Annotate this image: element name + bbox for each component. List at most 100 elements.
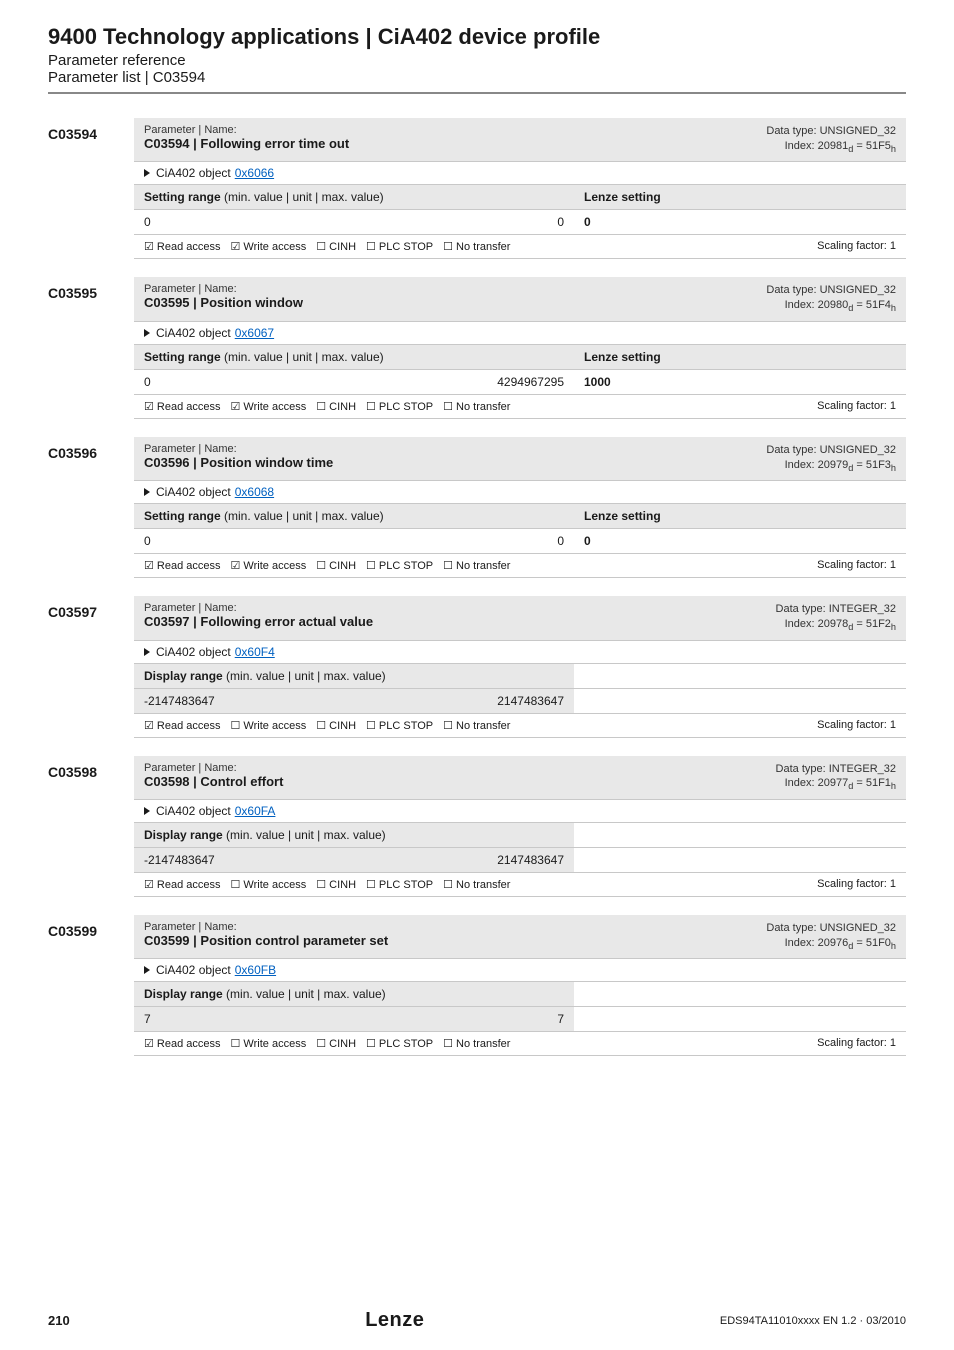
flag-cinh: ☐ CINH <box>316 400 356 413</box>
panel-header: Parameter | Name: C03599 | Position cont… <box>134 915 906 959</box>
flag-read: ☑ Read access <box>144 400 221 413</box>
flag-read: ☑ Read access <box>144 240 221 253</box>
min-value: -2147483647 <box>134 848 434 872</box>
flag-write: ☐ Write access <box>231 878 307 891</box>
data-type: Data type: INTEGER_32 <box>776 602 896 617</box>
value-row: 0 0 0 <box>134 210 906 235</box>
flag-plcstop: ☐ PLC STOP <box>366 400 433 413</box>
scaling-factor: Scaling factor: 1 <box>817 559 896 572</box>
flag-plcstop: ☐ PLC STOP <box>366 1037 433 1050</box>
document-id: EDS94TA11010xxxx EN 1.2 · 03/2010 <box>720 1315 906 1327</box>
triangle-icon <box>144 169 150 177</box>
scaling-factor: Scaling factor: 1 <box>817 1037 896 1050</box>
range-label: Setting range (min. value | unit | max. … <box>134 185 434 209</box>
lenze-label: Lenze setting <box>574 185 906 209</box>
range-header-row: Setting range (min. value | unit | max. … <box>134 345 906 370</box>
param-code: C03599 <box>48 915 134 1056</box>
range-header-row: Setting range (min. value | unit | max. … <box>134 504 906 529</box>
flag-read: ☑ Read access <box>144 878 221 891</box>
flag-plcstop: ☐ PLC STOP <box>366 878 433 891</box>
scaling-factor: Scaling factor: 1 <box>817 400 896 413</box>
panel-header-right: Data type: UNSIGNED_32 Index: 20980d = 5… <box>766 283 896 314</box>
cia-prefix: CiA402 object <box>156 166 231 180</box>
value-spacer <box>574 689 906 713</box>
max-value: 0 <box>434 529 574 553</box>
range-label: Setting range (min. value | unit | max. … <box>134 504 434 528</box>
cia-object-link[interactable]: 0x6068 <box>235 485 274 499</box>
lenze-value: 0 <box>574 210 906 234</box>
range-header-row: Display range (min. value | unit | max. … <box>134 823 906 848</box>
cia-prefix: CiA402 object <box>156 645 231 659</box>
data-type: Data type: UNSIGNED_32 <box>766 124 896 139</box>
page-title: 9400 Technology applications | CiA402 de… <box>48 24 906 50</box>
param-name: C03594 | Following error time out <box>144 136 766 151</box>
cia-object-row: CiA402 object 0x60F4 <box>134 641 906 664</box>
cia-prefix: CiA402 object <box>156 485 231 499</box>
cia-object-link[interactable]: 0x6067 <box>235 326 274 340</box>
access-flags: ☑ Read access ☑ Write access ☐ CINH ☐ PL… <box>134 395 906 419</box>
panel-header-left: Parameter | Name: C03597 | Following err… <box>144 602 776 629</box>
triangle-icon <box>144 488 150 496</box>
cia-object-link[interactable]: 0x60F4 <box>235 645 275 659</box>
range-header-row: Display range (min. value | unit | max. … <box>134 982 906 1007</box>
param-name-label: Parameter | Name: <box>144 124 766 136</box>
max-value: 4294967295 <box>434 370 574 394</box>
param-name-label: Parameter | Name: <box>144 283 766 295</box>
flag-read: ☑ Read access <box>144 1037 221 1050</box>
cia-object-row: CiA402 object 0x6066 <box>134 162 906 185</box>
param-name: C03598 | Control effort <box>144 774 776 789</box>
flag-notransfer: ☐ No transfer <box>443 559 510 572</box>
range-spacer <box>574 823 906 847</box>
index: Index: 20981d = 51F5h <box>766 139 896 156</box>
subtitle-2: Parameter list | C03594 <box>48 69 906 86</box>
flag-write: ☑ Write access <box>231 240 307 253</box>
panel-header-left: Parameter | Name: C03598 | Control effor… <box>144 762 776 789</box>
cia-object-link[interactable]: 0x6066 <box>235 166 274 180</box>
cia-object-row: CiA402 object 0x60FA <box>134 800 906 823</box>
flag-cinh: ☐ CINH <box>316 878 356 891</box>
cia-object-link[interactable]: 0x60FA <box>235 804 276 818</box>
triangle-icon <box>144 329 150 337</box>
panel-header: Parameter | Name: C03598 | Control effor… <box>134 756 906 800</box>
flag-plcstop: ☐ PLC STOP <box>366 559 433 572</box>
range-header-row: Setting range (min. value | unit | max. … <box>134 185 906 210</box>
param-name-label: Parameter | Name: <box>144 921 766 933</box>
param-name: C03595 | Position window <box>144 295 766 310</box>
flag-notransfer: ☐ No transfer <box>443 400 510 413</box>
lenze-label: Lenze setting <box>574 345 906 369</box>
panel-header-right: Data type: UNSIGNED_32 Index: 20979d = 5… <box>766 443 896 474</box>
max-value: 0 <box>434 210 574 234</box>
access-flags: ☑ Read access ☐ Write access ☐ CINH ☐ PL… <box>134 1032 906 1056</box>
flag-plcstop: ☐ PLC STOP <box>366 240 433 253</box>
range-mid <box>434 345 574 369</box>
flag-cinh: ☐ CINH <box>316 559 356 572</box>
cia-prefix: CiA402 object <box>156 963 231 977</box>
param-panel: Parameter | Name: C03598 | Control effor… <box>134 756 906 897</box>
data-type: Data type: UNSIGNED_32 <box>766 443 896 458</box>
lenze-value: 0 <box>574 529 906 553</box>
range-mid <box>434 504 574 528</box>
param-name: C03597 | Following error actual value <box>144 614 776 629</box>
param-name-label: Parameter | Name: <box>144 443 766 455</box>
range-label: Display range (min. value | unit | max. … <box>134 823 574 847</box>
index: Index: 20980d = 51F4h <box>766 298 896 315</box>
cia-object-link[interactable]: 0x60FB <box>235 963 276 977</box>
cia-prefix: CiA402 object <box>156 804 231 818</box>
param-name-label: Parameter | Name: <box>144 602 776 614</box>
range-header-row: Display range (min. value | unit | max. … <box>134 664 906 689</box>
flag-cinh: ☐ CINH <box>316 719 356 732</box>
min-value: 7 <box>134 1007 434 1031</box>
range-spacer <box>574 664 906 688</box>
scaling-factor: Scaling factor: 1 <box>817 240 896 253</box>
scaling-factor: Scaling factor: 1 <box>817 719 896 732</box>
value-row: 7 7 <box>134 1007 906 1032</box>
flag-write: ☐ Write access <box>231 719 307 732</box>
panel-header-left: Parameter | Name: C03595 | Position wind… <box>144 283 766 310</box>
flag-notransfer: ☐ No transfer <box>443 1037 510 1050</box>
max-value: 2147483647 <box>434 848 574 872</box>
value-spacer <box>574 848 906 872</box>
panel-header: Parameter | Name: C03597 | Following err… <box>134 596 906 640</box>
panel-header-left: Parameter | Name: C03594 | Following err… <box>144 124 766 151</box>
index: Index: 20976d = 51F0h <box>766 936 896 953</box>
panel-header: Parameter | Name: C03596 | Position wind… <box>134 437 906 481</box>
